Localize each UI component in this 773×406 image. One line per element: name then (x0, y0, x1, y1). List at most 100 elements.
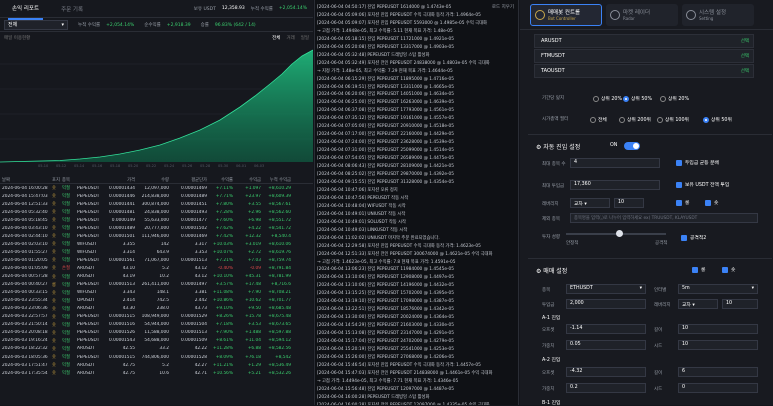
log-line: [2024-06-04 10:47:06] 포지션 오류 정지 (317, 187, 398, 193)
auto-toggle[interactable] (624, 142, 640, 150)
short-checkbox[interactable]: 숏 (705, 199, 718, 206)
column-header[interactable]: 수량 (135, 177, 169, 183)
cap-opt-200[interactable]: 상위 200위 (619, 116, 651, 123)
a2-length-input[interactable]: 6 (678, 367, 758, 377)
column-header[interactable]: 평균단가 (169, 177, 207, 183)
column-header[interactable]: 수익금 (233, 177, 261, 183)
cap-opt-all[interactable]: 전체 (590, 116, 607, 123)
max-invest-input[interactable]: 17,360 (570, 180, 660, 190)
interval-select[interactable]: 5m ▾ (678, 284, 758, 294)
table-row[interactable]: 2024-06-03 23:06:36 숏 익절 ARUSDT 43.30 238.0 43… (0, 305, 313, 313)
coin-card[interactable]: TAOUSDT 선택 (534, 64, 754, 78)
log-line: [2024-06-04 14:54:29] 진입 PEPEUSDT 216030… (317, 323, 455, 329)
trade-long-checkbox[interactable]: 롱 (692, 266, 705, 273)
table-cell: 2024-06-04 05:32:40 (2, 209, 48, 215)
leverage-input[interactable]: 10 (614, 198, 644, 208)
a1-offset-input[interactable]: -1.14 (566, 324, 646, 334)
table-row[interactable]: 2024-06-04 05:32:40 숏 익절 PEPEUSDT 0.00001481… (0, 208, 313, 216)
a1-seed-input[interactable]: 10 (678, 340, 758, 350)
cap-opt-100[interactable]: 상위 100위 (657, 116, 689, 123)
setting-button[interactable]: 시스템 설정 Setting (682, 3, 754, 26)
log-line: [2024-06-04 13:30:00] 진입 PEPEUSDT 200240… (317, 315, 455, 321)
clear-log-button[interactable]: 로드 지우기 (491, 4, 514, 10)
interval-opt-3[interactable]: 상위 20% (660, 95, 689, 102)
column-header[interactable]: 가격 (105, 177, 135, 183)
table-row[interactable]: 2024-06-03 17:35:54 숏 익절 ARUSDT 42.75 10.6 42.… (0, 369, 313, 377)
a1-weight-input[interactable]: 0.05 (566, 340, 646, 350)
a1-length-input[interactable]: 10 (678, 324, 758, 334)
trade-leverage-mode[interactable]: 교차 ▾ (678, 299, 718, 309)
table-row[interactable]: 2024-06-04 00:57:28 숏 익절 ARUSDT 43.19 10.2 43.… (0, 273, 313, 281)
radar-button[interactable]: 마켓 레이더 Radar (606, 3, 678, 26)
cap-opt-50[interactable]: 상위 50위 (703, 116, 732, 123)
trade-settings-title: ⚙ 매매 설정 (536, 266, 567, 275)
tab-order-history[interactable]: 주문 기록 (57, 0, 87, 19)
table-cell: +10.03% (213, 241, 233, 247)
column-header[interactable]: 날짜 (0, 177, 50, 183)
table-row[interactable]: 2024-06-04 16:00:28 숏 익절 PEPEUSDT 0.00001434… (0, 184, 313, 192)
table-row[interactable]: 2024-06-03 23:55:34 숏 익절 OPUSDT 2.414 742.5 2.… (0, 297, 313, 305)
table-row[interactable]: 2024-06-03 17:51:47 숏 익절 ARUSDT 42.75 5.2 42.2… (0, 361, 313, 369)
all-usdt-checkbox[interactable]: 보유 USDT 전액 투입 (676, 181, 729, 188)
table-row[interactable]: 2024-06-04 01:05:09 숏 손절 ARUSDT 43.10 5.2 43.1… (0, 264, 313, 272)
chart-range-daily[interactable]: 일일 (301, 35, 309, 41)
exclude-input[interactable]: 종목명을 입력(,)로 나누어 입력하세요 ex) TRUUSDT, KLAYU… (570, 213, 758, 223)
table-cell: +8,542 (275, 354, 291, 360)
table-row[interactable]: 2024-06-04 15:47:03 숏 익절 PEPEUSDT 0.00001446… (0, 192, 313, 200)
net-return: 순수익률 +2,918.39 (144, 22, 190, 28)
table-row[interactable]: 2024-06-04 12:51:33 숏 익절 PEPEUSDT 0.00001441… (0, 200, 313, 208)
coin-card[interactable]: ARUSDT 선택 (534, 34, 754, 48)
table-row[interactable]: 2024-06-04 02:03:10 숏 익절 WIFUSDT 3.355 142 3.3… (0, 240, 313, 248)
column-header[interactable]: 종목 (60, 177, 75, 183)
table-cell: WIFUSDT (77, 241, 97, 247)
table-row[interactable]: 2024-06-04 01:55:27 숏 익절 WIFUSDT 3.314 643.9 3… (0, 248, 313, 256)
log-line: [2024-06-04 06:20:06] 진입 PEPEUSDT 140510… (317, 92, 455, 98)
table-row[interactable]: 2024-06-04 05:18:45 숏 익절 PEPEUSDT 0.0000149 5… (0, 216, 313, 224)
table-row[interactable]: 2024-06-03 18:05:36 숏 익절 PEPEUSDT 0.00001515… (0, 353, 313, 361)
table-cell: 숏 (52, 234, 56, 240)
table-row[interactable]: 2024-06-04 00:33:15 숏 익절 WIFUSDT 3.343 148.1 3… (0, 289, 313, 297)
table-row[interactable]: 2024-06-04 02:44:10 숏 익절 PEPEUSDT 0.00001501… (0, 232, 313, 240)
table-row[interactable]: 2024-06-03 20:08:18 숏 익절 PEPEUSDT 0.00001526… (0, 329, 313, 337)
table-cell: 42.22 (194, 346, 207, 352)
long-checkbox[interactable]: 롱 (676, 199, 689, 206)
table-cell: +11.04 (245, 338, 261, 344)
log-line: [2024-06-04 15:46:54] 포지션 진입 PEPEUSDT 수익… (317, 362, 481, 368)
max-count-input[interactable]: 4 (570, 158, 660, 168)
table-row[interactable]: 2024-06-04 00:40:27 롱 익절 PEPEUSDT 0.00001513… (0, 281, 313, 289)
table-cell: +8,540.4 (270, 233, 291, 239)
equal-split-checkbox[interactable]: 두입금 균등 분배 (676, 159, 719, 166)
equal-split-label: 두입금 균등 분배 (685, 161, 719, 166)
trade-short-checkbox[interactable]: 숏 (722, 266, 735, 273)
table-cell: 0.00001451 (181, 201, 207, 207)
aggressive2-checkbox[interactable]: 공격적2 (681, 234, 706, 241)
tab-pnl-report[interactable]: 손익 리포트 (8, 0, 44, 20)
column-header[interactable]: 수익률 (207, 177, 233, 183)
table-row[interactable]: 2024-06-04 03:43:10 숏 익절 PEPEUSDT 0.00001489… (0, 224, 313, 232)
symbol-select[interactable]: ETHUSDT ▾ (566, 284, 646, 294)
risk-slider[interactable] (566, 230, 666, 237)
interval-opt-1[interactable]: 상위 20% (593, 95, 622, 102)
bot-controller-button[interactable]: 매매봇 컨트롤 Bot Controller (530, 3, 602, 26)
column-header[interactable]: 포지션 (50, 177, 60, 183)
interval-opt-2[interactable]: 상위 50% (623, 95, 652, 102)
a2-offset-input[interactable]: -4.32 (566, 367, 646, 377)
a2-seed-input[interactable]: 0 (678, 383, 758, 393)
a2-weight-input[interactable]: 0.2 (566, 383, 646, 393)
coin-card[interactable]: FTMUSDT 선택 (534, 49, 754, 63)
table-row[interactable]: 2024-06-03 19:16:24 숏 익절 PEPEUSDT 0.00001543… (0, 337, 313, 345)
symbol-select[interactable]: 전체 ▾ (4, 19, 68, 30)
chart-range-all[interactable]: 전체 (272, 35, 280, 41)
table-row[interactable]: 2024-06-03 22:57:57 숏 익절 PEPEUSDT 0.00001515… (0, 313, 313, 321)
table-row[interactable]: 2024-06-03 21:50:14 숏 익절 PEPEUSDT 0.00001516… (0, 321, 313, 329)
chart-range-trade[interactable]: 거래 (286, 35, 294, 41)
table-row[interactable]: 2024-06-04 01:20:05 숏 익절 PEPEUSDT 0.00001561… (0, 256, 313, 264)
log-line: [2024-06-04 15:26:00] 진입 PEPEUSDT 270680… (317, 354, 455, 360)
column-header[interactable]: 누적 수익금 (261, 177, 293, 183)
log-line: [2024-06-04 07:24:00] 진입 PEPEUSDT 236280… (317, 140, 455, 146)
table-header: 날짜포지션종목 가격수량평균단가수익률수익금누적 수익금 (0, 176, 313, 184)
amount-input[interactable]: 2,000 (566, 299, 646, 309)
table-row[interactable]: 2024-06-03 18:22:32 숏 익절 ARUSDT 42.55 33.2 42.… (0, 345, 313, 353)
leverage-mode-select[interactable]: 교차 ▾ (570, 198, 610, 208)
trade-leverage-input[interactable]: 10 (722, 299, 758, 309)
